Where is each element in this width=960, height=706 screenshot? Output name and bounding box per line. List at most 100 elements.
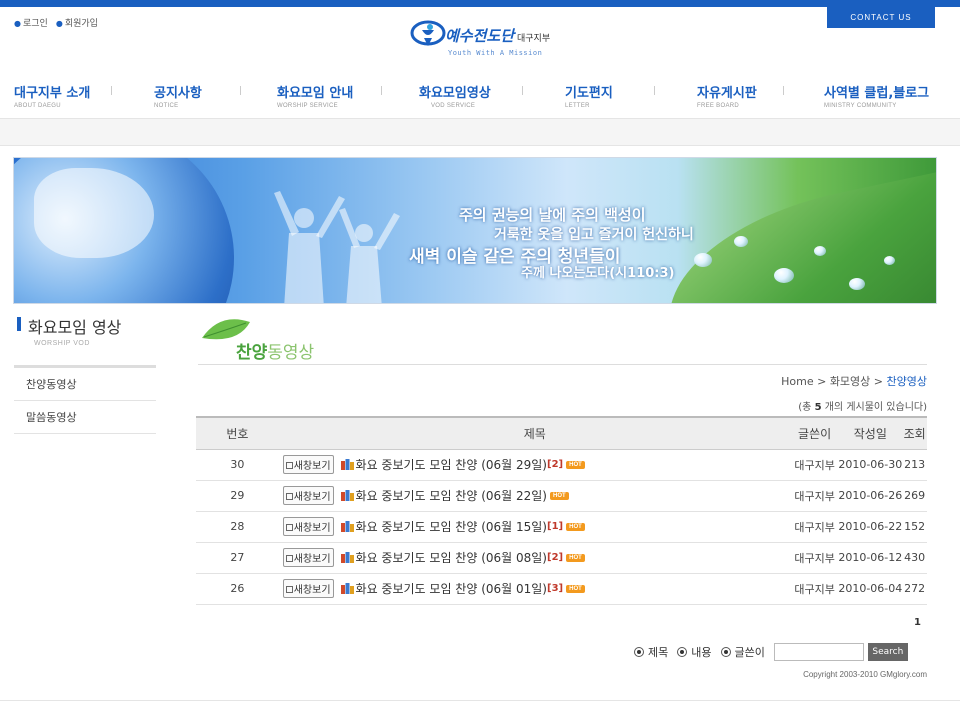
window-icon [285, 555, 293, 562]
new-window-label: 새창보기 [293, 461, 331, 472]
search-input[interactable] [773, 643, 864, 661]
video-book-icon [340, 490, 354, 501]
search-button[interactable]: Search [867, 643, 908, 661]
row-number: 26 [196, 573, 279, 605]
title-light: 동영상 [267, 343, 315, 363]
comment-count: [3] [547, 583, 564, 594]
login-link[interactable]: ● 로그인 [14, 16, 48, 29]
table-header-row: 번호 제목 글쓴이 작성일 조회 [196, 416, 927, 450]
post-title-link[interactable]: 화요 중보기도 모임 찬양 (06월 22일) [356, 489, 547, 503]
nav-label: 기도편지 [565, 86, 613, 101]
nav-label-en: WORSHIP SERVICE [277, 103, 338, 109]
nav-label-en: LETTER [565, 103, 590, 109]
row-subject-cell: 새창보기 화요 중보기도 모임 찬양 (06월 01일)[3] HOT [278, 573, 791, 605]
breadcrumb-sep: > [873, 375, 884, 388]
breadcrumb-section[interactable]: 화모영상 [830, 375, 870, 388]
col-views: 조회 [902, 416, 927, 450]
new-window-button[interactable]: 새창보기 [282, 579, 334, 598]
nav-divider [654, 86, 655, 95]
nav-notice[interactable]: 공지사항 NOTICE [154, 82, 202, 109]
hot-badge: HOT [566, 553, 585, 562]
post-title-link[interactable]: 화요 중보기도 모임 찬양 (06월 29일) [356, 458, 547, 472]
search-option-author[interactable]: 글쓴이 [720, 644, 765, 660]
breadcrumb: Home > 화모영상 > 찬양영상 [781, 373, 927, 389]
logo-title: 예수전도단 [445, 27, 515, 45]
hot-badge: HOT [566, 584, 585, 593]
row-date: 2010-06-04 [838, 573, 903, 605]
total-number: 5 [814, 402, 822, 413]
board-table: 번호 제목 글쓴이 작성일 조회 30 새창보기화요 중보기도 모임 찬양 (0… [196, 416, 927, 605]
signup-link[interactable]: ● 회원가입 [56, 16, 98, 29]
copyright: Copyright 2003-2010 GMglory.com [803, 670, 927, 679]
nav-divider [522, 86, 523, 95]
nav-label-en: NOTICE [154, 103, 179, 109]
globe-land [34, 168, 154, 258]
bullet-icon: ● [14, 19, 21, 28]
sidebar-item-praise-video[interactable]: 찬양동영상 [14, 368, 156, 401]
site-logo[interactable]: 예수전도단 대구지부 Youth With A Mission [410, 18, 570, 60]
row-views: 269 [902, 480, 927, 512]
new-window-label: 새창보기 [293, 554, 331, 565]
window-icon [285, 524, 293, 531]
nav-ministry-community[interactable]: 사역별 클럽,블로그 MINISTRY COMMUNITY [824, 82, 929, 109]
sidebar-title-en: WORSHIP VOD [34, 340, 90, 347]
hot-badge: HOT [550, 491, 569, 500]
nav-label: 화요모임 안내 [277, 86, 354, 101]
nav-label: 화요모임영상 [419, 86, 491, 101]
post-title-link[interactable]: 화요 중보기도 모임 찬양 (06월 15일) [356, 520, 547, 534]
water-drop [849, 278, 865, 290]
row-author: 대구지부 [790, 511, 839, 543]
comment-count: [2] [547, 552, 564, 563]
post-title-link[interactable]: 화요 중보기도 모임 찬양 (06월 08일) [356, 551, 547, 565]
search-option-content[interactable]: 내용 [677, 644, 712, 660]
row-views: 213 [902, 449, 927, 481]
video-book-icon [340, 521, 354, 532]
nav-worship-video[interactable]: 화요모임영상 VOD SERVICE [419, 82, 491, 109]
row-subject-cell: 새창보기 화요 중보기도 모임 찬양 (06월 15일)[1] HOT [278, 511, 791, 543]
nav-free-board[interactable]: 자유게시판 FREE BOARD [697, 82, 757, 109]
post-title-link[interactable]: 화요 중보기도 모임 찬양 (06월 01일) [356, 582, 547, 596]
new-window-button[interactable]: 새창보기 [282, 517, 334, 536]
contact-us-button[interactable]: CONTACT US [827, 7, 935, 28]
nav-label-en: MINISTRY COMMUNITY [824, 103, 897, 109]
sidebar-item-sermon-video[interactable]: 말씀동영상 [14, 401, 156, 434]
nav-divider [381, 86, 382, 95]
main-banner: 주의 권능의 날에 주의 백성이 거룩한 옷을 입고 즐거이 헌신하니 새벽 이… [13, 157, 937, 304]
nav-prayer-letter[interactable]: 기도편지 LETTER [565, 82, 613, 109]
window-icon [285, 462, 293, 469]
row-views: 152 [902, 511, 927, 543]
nav-about[interactable]: 대구지부 소개 ABOUT DAEGU [14, 82, 90, 109]
row-number: 30 [196, 449, 279, 481]
new-window-button[interactable]: 새창보기 [282, 455, 334, 474]
hot-badge: HOT [566, 460, 585, 469]
search-option-label: 내용 [691, 646, 712, 659]
new-window-button[interactable]: 새창보기 [282, 486, 334, 505]
table-row: 30 새창보기 화요 중보기도 모임 찬양 (06월 29일)[2] HOT 대구지… [196, 449, 927, 481]
title-strong: 찬양 [236, 343, 268, 363]
main-navigation: 대구지부 소개 ABOUT DAEGU 공지사항 NOTICE 화요모임 안내 … [0, 82, 960, 118]
row-author: 대구지부 [790, 449, 839, 481]
pagination-current-page[interactable]: 1 [914, 617, 921, 628]
breadcrumb-home[interactable]: Home [781, 375, 813, 388]
new-window-label: 새창보기 [293, 585, 331, 596]
col-subject: 제목 [278, 416, 791, 450]
row-subject-cell: 새창보기 화요 중보기도 모임 찬양 (06월 22일) HOT [278, 480, 791, 512]
breadcrumb-current: 찬양영상 [886, 375, 927, 388]
new-window-label: 새창보기 [293, 492, 331, 503]
nav-divider [240, 86, 241, 95]
table-row: 27 새창보기 화요 중보기도 모임 찬양 (06월 08일)[2] HOT 대구지… [196, 542, 927, 574]
nav-label: 공지사항 [154, 86, 202, 101]
top-bar [0, 0, 960, 7]
search-option-label: 글쓴이 [734, 646, 765, 659]
nav-worship-info[interactable]: 화요모임 안내 WORSHIP SERVICE [277, 82, 353, 109]
nav-label-en: FREE BOARD [697, 103, 740, 109]
logo-english: Youth With A Mission [448, 49, 543, 57]
top-links: ● 로그인 ● 회원가입 [14, 16, 98, 29]
sidebar-menu: 찬양동영상 말씀동영상 [14, 365, 156, 434]
row-author: 대구지부 [790, 573, 839, 605]
nav-label: 자유게시판 [697, 86, 757, 101]
search-option-title[interactable]: 제목 [634, 644, 668, 660]
row-number: 27 [196, 542, 279, 574]
water-drop [884, 256, 895, 265]
new-window-button[interactable]: 새창보기 [282, 548, 334, 567]
